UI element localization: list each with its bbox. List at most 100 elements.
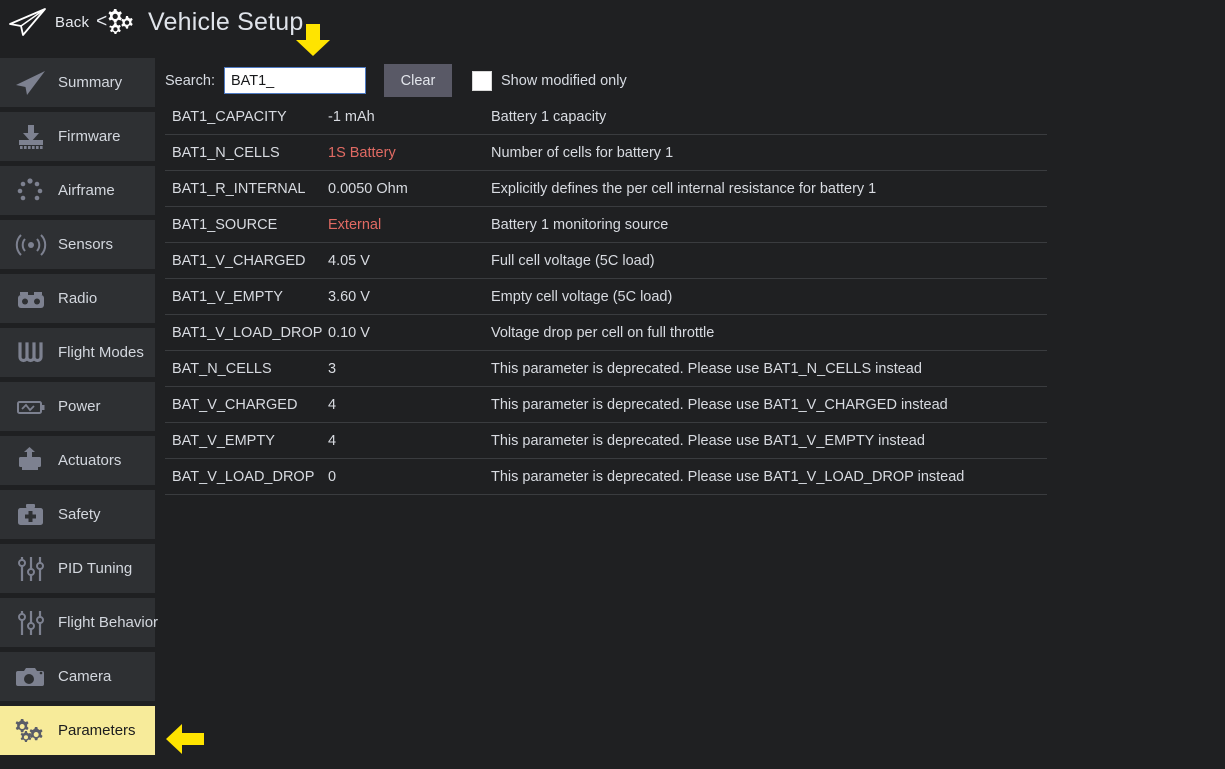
battery-icon [14, 392, 48, 422]
parameter-description: Battery 1 capacity [491, 109, 1047, 125]
sidebar-item-flight-modes[interactable]: Flight Modes [0, 328, 155, 377]
parameter-name: BAT1_V_EMPTY [165, 289, 328, 305]
parameter-value: 4 [328, 397, 491, 413]
parameter-value: 0.10 V [328, 325, 491, 341]
sidebar-item-label: Radio [58, 290, 97, 307]
parameter-description: Voltage drop per cell on full throttle [491, 325, 1047, 341]
sidebar-item-firmware[interactable]: Firmware [0, 112, 155, 161]
parameter-name: BAT_N_CELLS [165, 361, 328, 377]
show-modified-only-label: Show modified only [501, 73, 627, 89]
parameter-name: BAT_V_CHARGED [165, 397, 328, 413]
back-label: Back [55, 14, 89, 31]
parameter-value: 3.60 V [328, 289, 491, 305]
signal-waves-icon [14, 230, 48, 260]
arrow-left-annotation [165, 722, 205, 756]
search-label: Search: [165, 73, 215, 89]
sidebar-item-label: Parameters [58, 722, 136, 739]
parameter-description: This parameter is deprecated. Please use… [491, 469, 1047, 485]
sidebar-item-label: Firmware [58, 128, 121, 145]
parameter-name: BAT1_SOURCE [165, 217, 328, 233]
sidebar-item-sensors[interactable]: Sensors [0, 220, 155, 269]
sidebar-item-label: Sensors [58, 236, 113, 253]
parameter-description: Explicitly defines the per cell internal… [491, 181, 1047, 197]
table-row[interactable]: BAT1_V_LOAD_DROP0.10 VVoltage drop per c… [165, 315, 1047, 351]
sidebar-item-airframe[interactable]: Airframe [0, 166, 155, 215]
sidebar-item-label: PID Tuning [58, 560, 132, 577]
sidebar-item-parameters[interactable]: Parameters [0, 706, 155, 755]
parameter-table: BAT1_CAPACITY-1 mAhBattery 1 capacityBAT… [165, 99, 1047, 495]
rc-transmitter-icon [14, 284, 48, 314]
sidebar-item-label: Flight Modes [58, 344, 144, 361]
sidebar-item-radio[interactable]: Radio [0, 274, 155, 323]
table-row[interactable]: BAT_V_EMPTY4This parameter is deprecated… [165, 423, 1047, 459]
parameter-value: -1 mAh [328, 109, 491, 125]
table-row[interactable]: BAT_N_CELLS3This parameter is deprecated… [165, 351, 1047, 387]
sidebar-item-label: Summary [58, 74, 122, 91]
parameter-name: BAT1_R_INTERNAL [165, 181, 328, 197]
parameter-name: BAT_V_LOAD_DROP [165, 469, 328, 485]
gears-icon [14, 716, 48, 746]
parameter-value: 0 [328, 469, 491, 485]
setup-sidebar: Summary Firmware [0, 58, 155, 758]
sidebar-item-label: Camera [58, 668, 111, 685]
sidebar-item-label: Airframe [58, 182, 115, 199]
parameter-value: 4.05 V [328, 253, 491, 269]
parameter-description: This parameter is deprecated. Please use… [491, 397, 1047, 413]
parameter-value: External [328, 217, 491, 233]
table-row[interactable]: BAT1_V_CHARGED4.05 VFull cell voltage (5… [165, 243, 1047, 279]
table-row[interactable]: BAT1_N_CELLS1S BatteryNumber of cells fo… [165, 135, 1047, 171]
parameter-name: BAT1_CAPACITY [165, 109, 328, 125]
table-row[interactable]: BAT_V_CHARGED4This parameter is deprecat… [165, 387, 1047, 423]
table-row[interactable]: BAT_V_LOAD_DROP0This parameter is deprec… [165, 459, 1047, 495]
search-input[interactable] [224, 67, 366, 94]
checkbox-box[interactable] [472, 71, 492, 91]
page-title: Vehicle Setup [148, 8, 304, 37]
vehicle-setup-window: Back < Vehicle Setup [0, 0, 1225, 769]
sidebar-item-label: Actuators [58, 452, 121, 469]
sidebar-item-label: Safety [58, 506, 101, 523]
parameter-description: Battery 1 monitoring source [491, 217, 1047, 233]
table-row[interactable]: BAT1_V_EMPTY3.60 VEmpty cell voltage (5C… [165, 279, 1047, 315]
parameter-description: This parameter is deprecated. Please use… [491, 433, 1047, 449]
sidebar-item-camera[interactable]: Camera [0, 652, 155, 701]
sidebar-item-power[interactable]: Power [0, 382, 155, 431]
camera-icon [14, 662, 48, 692]
first-aid-kit-icon [14, 500, 48, 530]
sliders-icon [14, 554, 48, 584]
gears-icon [103, 6, 139, 38]
sidebar-item-pid-tuning[interactable]: PID Tuning [0, 544, 155, 593]
sliders-icon [14, 608, 48, 638]
waveform-icon [14, 338, 48, 368]
paper-plane-icon [8, 6, 48, 38]
airframe-dots-icon [14, 176, 48, 206]
sidebar-item-safety[interactable]: Safety [0, 490, 155, 539]
parameter-description: Number of cells for battery 1 [491, 145, 1047, 161]
table-row[interactable]: BAT1_SOURCEExternalBattery 1 monitoring … [165, 207, 1047, 243]
sidebar-item-label: Power [58, 398, 101, 415]
app-header: Back < Vehicle Setup [0, 0, 1225, 57]
parameter-description: Full cell voltage (5C load) [491, 253, 1047, 269]
page-title-area: Vehicle Setup [103, 6, 304, 38]
back-button[interactable]: Back < [8, 6, 107, 38]
parameter-name: BAT_V_EMPTY [165, 433, 328, 449]
parameter-description: This parameter is deprecated. Please use… [491, 361, 1047, 377]
parameter-description: Empty cell voltage (5C load) [491, 289, 1047, 305]
parameter-search-toolbar: Search: Clear Show modified only [165, 64, 627, 97]
sidebar-item-label: Flight Behavior [58, 614, 158, 631]
parameter-value: 0.0050 Ohm [328, 181, 491, 197]
sidebar-item-flight-behavior[interactable]: Flight Behavior [0, 598, 155, 647]
parameter-name: BAT1_N_CELLS [165, 145, 328, 161]
parameter-value: 4 [328, 433, 491, 449]
parameter-name: BAT1_V_LOAD_DROP [165, 325, 328, 341]
sidebar-item-actuators[interactable]: Actuators [0, 436, 155, 485]
paper-plane-icon [14, 68, 48, 98]
table-row[interactable]: BAT1_CAPACITY-1 mAhBattery 1 capacity [165, 99, 1047, 135]
parameter-value: 3 [328, 361, 491, 377]
actuator-icon [14, 446, 48, 476]
download-chip-icon [14, 122, 48, 152]
clear-button[interactable]: Clear [384, 64, 452, 97]
table-row[interactable]: BAT1_R_INTERNAL0.0050 OhmExplicitly defi… [165, 171, 1047, 207]
show-modified-only-checkbox[interactable]: Show modified only [472, 71, 627, 91]
sidebar-item-summary[interactable]: Summary [0, 58, 155, 107]
arrow-down-annotation [293, 23, 333, 57]
